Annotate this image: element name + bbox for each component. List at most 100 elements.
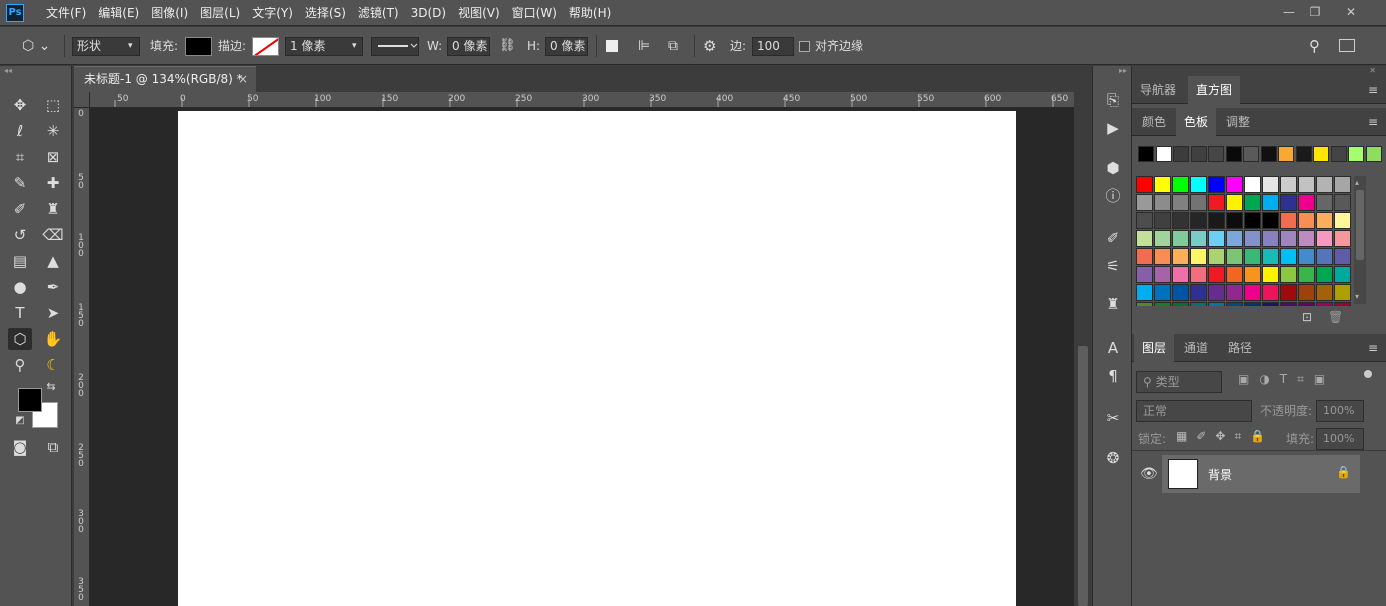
path-operations-icon[interactable] — [606, 40, 618, 52]
color-swatch[interactable] — [1334, 230, 1351, 247]
fill-field[interactable]: 100% — [1316, 428, 1364, 450]
color-swatch[interactable] — [1208, 194, 1225, 211]
color-swatch[interactable] — [1208, 248, 1225, 265]
color-swatch[interactable] — [1208, 284, 1225, 301]
color-swatch[interactable] — [1334, 176, 1351, 193]
frame-tool-icon[interactable]: ⊠ — [41, 146, 65, 168]
minimize-button[interactable]: — — [1276, 2, 1302, 22]
color-swatch[interactable] — [1280, 230, 1297, 247]
recent-swatch[interactable] — [1138, 146, 1154, 162]
dodge-tool-icon[interactable]: ● — [8, 276, 32, 298]
color-swatch[interactable] — [1208, 212, 1225, 229]
character-icon[interactable]: A — [1101, 336, 1125, 360]
chevron-down-icon[interactable]: ▾ — [1355, 292, 1359, 301]
color-swatch[interactable] — [1244, 302, 1261, 306]
swap-colors-icon[interactable]: ⇆ — [44, 380, 58, 394]
color-swatch[interactable] — [1154, 212, 1171, 229]
color-swatch[interactable] — [1136, 230, 1153, 247]
panel-collapse-icon[interactable]: ✕ — [1132, 66, 1386, 76]
color-swatch[interactable] — [1154, 194, 1171, 211]
color-swatch[interactable] — [1226, 266, 1243, 283]
color-swatch[interactable] — [1208, 266, 1225, 283]
recent-swatch[interactable] — [1365, 146, 1382, 162]
panel-collapse-icon[interactable]: ▸▸ — [1093, 66, 1131, 76]
color-swatch[interactable] — [1334, 302, 1351, 306]
clone-source-icon[interactable]: ♜ — [1101, 292, 1125, 316]
chevron-up-icon[interactable]: ▴ — [1355, 178, 1359, 187]
color-swatch[interactable] — [1172, 212, 1189, 229]
restore-button[interactable]: ❐ — [1302, 2, 1328, 22]
color-swatch[interactable] — [1316, 230, 1333, 247]
panel-menu-icon[interactable]: ≡ — [1368, 76, 1378, 104]
history-brush-icon[interactable]: ↺ — [8, 224, 32, 246]
tool-presets-icon[interactable]: ✂ — [1101, 406, 1125, 430]
path-selection-icon[interactable]: ➤ — [41, 302, 65, 324]
recent-swatch[interactable] — [1208, 146, 1224, 162]
scrollbar-thumb[interactable] — [1356, 190, 1364, 260]
color-swatch[interactable] — [1298, 194, 1315, 211]
color-swatch[interactable] — [1316, 248, 1333, 265]
rectangular-marquee-icon[interactable]: ⬚ — [41, 94, 65, 116]
eraser-tool-icon[interactable]: ⌫ — [41, 224, 65, 246]
actions-play-icon[interactable]: ▶ — [1101, 116, 1125, 140]
tab-histogram[interactable]: 直方图 — [1188, 76, 1241, 104]
blur-tool-icon[interactable]: ▲ — [41, 250, 65, 272]
type-tool-icon[interactable]: T — [8, 302, 32, 324]
menu-type[interactable]: 文字(Y) — [246, 0, 299, 26]
color-swatch[interactable] — [1262, 284, 1279, 301]
color-swatch[interactable] — [1280, 194, 1297, 211]
recent-swatch[interactable] — [1348, 146, 1364, 162]
menu-3d[interactable]: 3D(D) — [405, 0, 452, 26]
adjust-sliders-icon[interactable]: ⚟ — [1101, 254, 1125, 278]
color-swatch[interactable] — [1298, 284, 1315, 301]
layer-filter-icons[interactable]: ▣◑T⌗▣ — [1238, 372, 1335, 387]
color-swatch[interactable] — [1244, 194, 1261, 211]
color-swatch[interactable] — [1280, 284, 1297, 301]
gradient-tool-icon[interactable]: ▤ — [8, 250, 32, 272]
color-swatch[interactable] — [1136, 266, 1153, 283]
brush-settings-icon[interactable]: ✐ — [1101, 226, 1125, 250]
recent-swatch[interactable] — [1190, 146, 1207, 162]
close-window-button[interactable]: ✕ — [1338, 2, 1364, 22]
color-swatch[interactable] — [1190, 230, 1207, 247]
color-swatch[interactable] — [1262, 248, 1279, 265]
menu-view[interactable]: 视图(V) — [452, 0, 506, 26]
panel-menu-icon[interactable]: ≡ — [1368, 108, 1378, 136]
recent-swatch[interactable] — [1295, 146, 1312, 162]
color-swatch[interactable] — [1208, 302, 1225, 306]
color-swatch[interactable] — [1334, 284, 1351, 301]
tab-layers[interactable]: 图层 — [1134, 334, 1175, 362]
color-swatch[interactable] — [1172, 266, 1189, 283]
color-swatch[interactable] — [1154, 176, 1171, 193]
color-swatch[interactable] — [1298, 176, 1315, 193]
recent-swatch[interactable] — [1243, 146, 1259, 162]
color-swatch[interactable] — [1190, 194, 1207, 211]
color-swatch[interactable] — [1298, 212, 1315, 229]
libraries-icon[interactable]: ❂ — [1101, 446, 1125, 470]
eyedropper-icon[interactable]: ✎ — [8, 172, 32, 194]
fill-swatch[interactable] — [185, 37, 212, 56]
layer-filter-select[interactable]: ⚲ 类型 — [1136, 371, 1222, 393]
color-swatch[interactable] — [1316, 212, 1333, 229]
color-swatch[interactable] — [1316, 284, 1333, 301]
quick-mask-icon[interactable]: ◙ — [8, 436, 32, 458]
color-swatch[interactable] — [1190, 302, 1207, 306]
color-swatch[interactable] — [1334, 194, 1351, 211]
color-swatch[interactable] — [1334, 266, 1351, 283]
magic-wand-icon[interactable]: ✳ — [41, 120, 65, 142]
delete-swatch-icon[interactable]: 🗑 — [1328, 310, 1343, 324]
tab-adjustments[interactable]: 调整 — [1218, 108, 1258, 136]
scrollbar-thumb[interactable] — [1078, 346, 1088, 606]
recent-swatch[interactable] — [1313, 146, 1329, 162]
paragraph-icon[interactable]: ¶ — [1101, 364, 1125, 388]
recent-swatch[interactable] — [1155, 146, 1172, 162]
color-swatch[interactable] — [1226, 176, 1243, 193]
search-icon[interactable]: ⚲ — [1309, 27, 1320, 65]
screen-mode-icon[interactable]: ⧉ — [41, 436, 65, 458]
filter-toggle-icon[interactable] — [1364, 370, 1372, 378]
color-swatch[interactable] — [1226, 302, 1243, 306]
color-swatch[interactable] — [1244, 266, 1261, 283]
color-swatch[interactable] — [1262, 266, 1279, 283]
color-swatch[interactable] — [1190, 266, 1207, 283]
color-swatch[interactable] — [1136, 194, 1153, 211]
